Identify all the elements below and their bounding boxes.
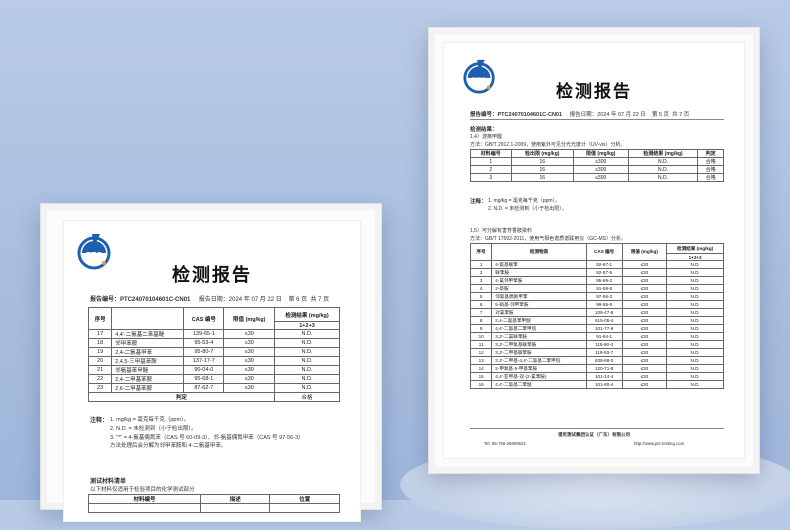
aromatic-amine-table: 序号 CAS 编号 限值 (mg/kg) 检测结果 (mg/kg) 1+2+3 …: [87, 307, 340, 402]
col-header: 序号: [87, 307, 113, 330]
report-meta-line: 报告编号：PTC24070104601C-CN01 报告日期：2024 年 07…: [470, 110, 689, 118]
notes-label: 注释：: [90, 418, 109, 424]
page-number: 第 5 页: [651, 112, 670, 118]
table-row: 12 3,3'-二甲基联苯胺 119-93-7 ≤30 N.D.: [469, 348, 724, 357]
svg-text:PTC: PTC: [86, 251, 102, 260]
header-divider: [470, 119, 724, 120]
verdict-row: 判定 合格: [87, 392, 340, 402]
report-no-label: 报告编号：: [90, 297, 121, 303]
table-row: 16 4,4'-二氨基二苯醚 101-80-4 ≤30 N.D.: [469, 380, 724, 389]
table-row: 17 4,4'-二氨基二苯基醚 139-65-1 ≤30 N.D.: [87, 329, 340, 339]
page-total: 共 7 页: [672, 112, 690, 118]
sample-list-label: 测试材料清单: [90, 479, 127, 485]
date-label: 报告日期：: [569, 112, 598, 118]
note-line: 2. N.D. = 未检测到（小于检出限）。: [110, 426, 197, 432]
table-row: 7 对氯苯胺 106-47-8 ≤30 N.D.: [469, 308, 724, 317]
col-header: [111, 307, 185, 330]
note-line: 1. mg/kg = 毫克每千克（ppm）。: [110, 417, 190, 423]
table-row: 18 邻甲苯胺 95-53-4 ≤30 N.D.: [87, 338, 340, 348]
table-row: 22 2,4-二甲基苯胺 95-68-1 ≤30 N.D.: [87, 374, 340, 384]
report-title: 检测报告: [172, 265, 252, 286]
footer-company: 谱尼测试集团认证（广东）有限公司: [558, 432, 630, 437]
section-title: 1.5）可分解有害芳香胺染料: [470, 228, 532, 234]
footer-web: http://www.ptc-testing.com: [634, 441, 685, 446]
right-certificate-frame: PTC 检测报告 报告编号：PTC24070104601C-CN01 报告日期：…: [428, 27, 760, 474]
footer-tel: Tel: 86-755-26609622: [484, 441, 526, 446]
col-header: CAS 编号: [183, 307, 225, 330]
note-line: 3. "*" = 4-氨基偶氮苯（CAS 号 60-09-3）、邻-氨基偶氮甲苯…: [110, 435, 304, 441]
table-row: 3 4-氯邻甲苯胺 95-69-2 ≤30 N.D.: [469, 276, 724, 285]
table-row: 3 16 ≤300 N.D. 合格: [470, 173, 724, 182]
section-method: 方法：GB/T 17592-2011，使用气相色谱质谱联用仪（GC-MS）分析。: [470, 236, 626, 242]
table-row: 14 2-甲氧基-5-甲基苯胺 120-71-8 ≤30 N.D.: [469, 364, 724, 373]
page-total: 共 7 页: [310, 297, 330, 303]
note-line: 方法处理后会分解为邻甲苯胺和 4-二氨基甲苯。: [110, 443, 227, 449]
col-header: 1+2+3: [274, 321, 340, 330]
report-no: PTC24070104601C-CN01: [497, 112, 563, 118]
sample-table: 材料编号 描述 位置: [88, 494, 340, 513]
formaldehyde-table: 材料编号 检出限 (mg/kg) 限值 (mg/kg) 检测结果 (mg/kg) 判定 …: [470, 149, 724, 182]
table-row: 19 2,4-二氨基甲苯 95-80-7 ≤30 N.D.: [87, 347, 340, 357]
footer-divider: [470, 428, 724, 429]
report-date: 2024 年 07 月 22 日: [597, 112, 646, 118]
table-row: 2 16 ≤300 N.D. 合格: [470, 165, 724, 174]
table-row: 20 2,4,5-三甲基苯胺 137-17-7 ≤30 N.D.: [87, 356, 340, 366]
table-row: 4 2-萘胺 91-59-8 ≤30 N.D.: [469, 284, 724, 293]
report-no: PTC24070104601C-CN01: [120, 297, 191, 303]
report-title: 检测报告: [556, 82, 632, 102]
col-header: 限值 (mg/kg): [223, 307, 276, 330]
table-row: 15 4,4'-亚甲基-双-(2-氯苯胺) 101-14-4 ≤30 N.D.: [469, 372, 724, 381]
amine-dye-table: 序号 检测物质 CAS 编号 限值 (mg/kg) 检测结果 (mg/kg) 1…: [469, 243, 724, 389]
table-row: 8 2,4-二氨基苯甲醚 615-05-4 ≤30 N.D.: [469, 316, 724, 325]
date-label: 报告日期：: [198, 297, 229, 303]
table-row: 2 联苯胺 92-87-5 ≤30 N.D.: [469, 268, 724, 277]
table-row: 21 邻氨基苯甲醚 90-04-0 ≤30 N.D.: [87, 365, 340, 375]
page-number: 第 6 页: [288, 297, 308, 303]
table-row: 10 3,3'-二氯联苯胺 91-94-1 ≤30 N.D.: [469, 332, 724, 341]
section-title: 1.4）游离甲醛: [470, 134, 502, 140]
table-row: 13 3,3'-二甲基-4,4'-二氨基二苯甲烷 838-88-0 ≤30 N.D.: [469, 356, 724, 365]
results-label: 检测结果：: [470, 127, 498, 133]
right-report-paper: PTC 检测报告 报告编号：PTC24070104601C-CN01 报告日期：…: [443, 42, 745, 459]
table-row: 11 3,3'-二甲氧基联苯胺 119-90-4 ≤30 N.D.: [469, 340, 724, 349]
note-line: 2. N.D. = 未检测到（小于检出限）。: [488, 206, 567, 212]
section-method: 方法：GB/T 2912.1-2009，使用紫外可见分光光度计（UV-vis）分…: [470, 142, 626, 148]
report-no-label: 报告编号：: [470, 112, 498, 118]
notes-label: 注释：: [470, 199, 487, 205]
report-date: 2024 年 07 月 22 日: [228, 297, 282, 303]
report-meta-line: 报告编号：PTC24070104601C-CN01 报告日期：2024 年 07…: [90, 294, 329, 303]
table-row: 5 邻氨基偶氮甲苯 97-56-3 ≤30 N.D.: [469, 292, 724, 301]
table-row: 23 2,6-二甲基苯胺 87-62-7 ≤30 N.D.: [87, 383, 340, 393]
table-row: 1 4-氨基联苯 92-67-1 ≤30 N.D.: [469, 260, 724, 269]
table-row: 1 16 ≤300 N.D. 合格: [470, 157, 724, 166]
left-certificate-frame: PTC 检测报告 报告编号：PTC24070104601C-CN01 报告日期：…: [40, 203, 382, 522]
sample-list-sub: 以下材料仅适用于检验项目的化学测试部分: [90, 487, 195, 493]
left-report-paper: PTC 检测报告 报告编号：PTC24070104601C-CN01 报告日期：…: [63, 220, 361, 522]
note-line: 1. mg/kg = 毫克每千克（ppm）。: [488, 198, 561, 204]
col-header: 检测结果 (mg/kg): [274, 307, 340, 322]
table-row: 6 5-硝基-邻甲苯胺 99-55-8 ≤30 N.D.: [469, 300, 724, 309]
table-row: 9 4,4'-二氨基二苯甲烷 101-77-9 ≤30 N.D.: [469, 324, 724, 333]
